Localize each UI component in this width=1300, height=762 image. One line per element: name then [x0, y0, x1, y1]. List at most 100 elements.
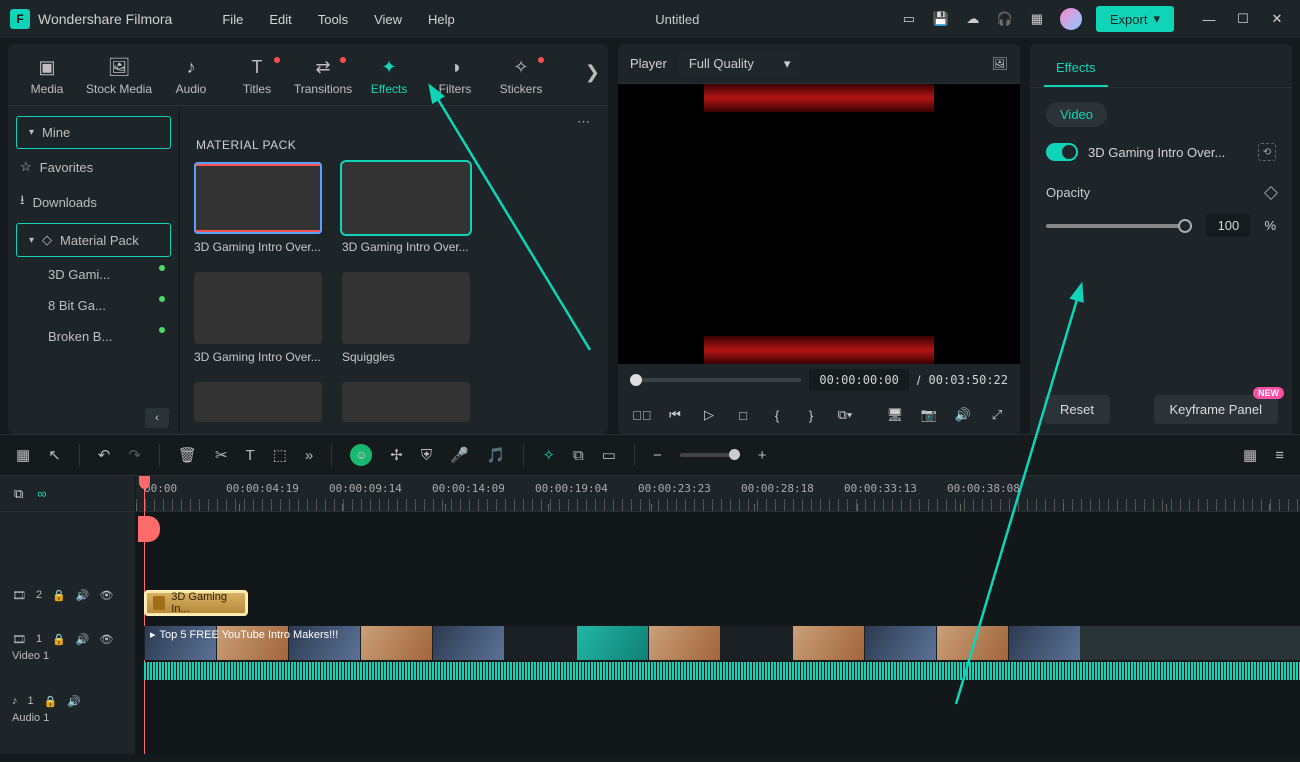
ratio-icon[interactable]: ⧉▾: [836, 407, 854, 423]
gallery-item[interactable]: [342, 382, 470, 422]
timeline-ruler[interactable]: 00:00 00:00:04:19 00:00:09:14 00:00:14:0…: [136, 476, 1300, 512]
sidebar-sub-item[interactable]: Broken B...: [8, 321, 179, 352]
window-minimize-icon[interactable]: —: [1202, 12, 1216, 26]
snapshot-icon[interactable]: 🖼: [991, 56, 1008, 72]
link-clip-icon[interactable]: ⧉: [573, 447, 584, 464]
delete-icon[interactable]: 🗑: [178, 446, 197, 464]
mic-icon[interactable]: 🎤: [450, 446, 469, 464]
more-tools-icon[interactable]: »: [305, 447, 313, 464]
titlebar: F Wondershare Filmora File Edit Tools Vi…: [0, 0, 1300, 38]
shield-icon[interactable]: ⛨: [421, 447, 432, 464]
video-clip[interactable]: ▸Top 5 FREE YouTube Intro Makers!!!: [144, 626, 1300, 660]
mark-out-icon[interactable]: }: [802, 408, 820, 423]
reset-button[interactable]: Reset: [1044, 395, 1110, 424]
video-chip[interactable]: Video: [1046, 102, 1107, 127]
playback-scrubber[interactable]: [630, 378, 801, 382]
sidebar-back-icon[interactable]: ‹: [145, 408, 169, 428]
timeline-tracks[interactable]: 00:00 00:00:04:19 00:00:09:14 00:00:14:0…: [136, 476, 1300, 754]
undo-icon[interactable]: ↶: [98, 446, 111, 464]
tab-transitions[interactable]: ⇄Transitions: [290, 57, 356, 96]
tabs-overflow-icon[interactable]: ❯: [585, 62, 600, 83]
sidebar-favorites[interactable]: ☆Favorites: [8, 151, 179, 183]
volume-icon[interactable]: 🔊: [954, 407, 972, 423]
gallery-item[interactable]: 3D Gaming Intro Over...: [342, 162, 470, 254]
sidebar-downloads[interactable]: ⭳Downloads: [8, 183, 179, 221]
media-icon: ▣: [38, 57, 55, 78]
text-icon[interactable]: T: [246, 447, 255, 464]
crop-icon[interactable]: ⬚: [273, 446, 287, 464]
sparkle-icon[interactable]: ✢: [390, 446, 403, 464]
window-close-icon[interactable]: ✕: [1270, 12, 1284, 26]
fx-lane[interactable]: 3D Gaming In...: [136, 582, 1300, 624]
save-icon[interactable]: 💾: [932, 10, 950, 28]
track-header-audio1[interactable]: ♪1🔒🔊 Audio 1: [0, 678, 135, 740]
marker-icon[interactable]: ✧: [542, 446, 555, 464]
keyframe-panel-button[interactable]: Keyframe PanelNEW: [1154, 395, 1279, 424]
tab-media[interactable]: ▣Media: [14, 57, 80, 96]
cut-icon[interactable]: ✂: [215, 446, 228, 464]
prev-frame-icon[interactable]: ◁⃓: [632, 408, 650, 423]
apps-icon[interactable]: ▦: [1028, 10, 1046, 28]
video-preview[interactable]: [618, 84, 1020, 364]
quality-select[interactable]: Full Quality▾: [679, 52, 801, 76]
track-header-fx[interactable]: 🎞2🔒🔊👁: [0, 574, 135, 616]
zoom-out-icon[interactable]: −: [653, 447, 662, 464]
export-button[interactable]: Export ▾: [1096, 6, 1174, 32]
tab-audio[interactable]: ♪Audio: [158, 57, 224, 96]
cloud-icon[interactable]: ☁: [964, 10, 982, 28]
sidebar-mine[interactable]: ▾Mine: [16, 116, 171, 149]
layers-icon[interactable]: ⧉: [14, 486, 23, 502]
gallery-item[interactable]: Squiggles: [342, 272, 470, 364]
tab-stickers[interactable]: ✧Stickers: [488, 57, 554, 96]
tab-filters[interactable]: ◑Filters: [422, 57, 488, 96]
keyframe-diamond-icon[interactable]: [1264, 185, 1278, 199]
grid-icon[interactable]: ▦: [16, 446, 30, 464]
step-back-icon[interactable]: ⏮: [666, 407, 684, 423]
screen-icon[interactable]: ▭: [900, 10, 918, 28]
gallery-item[interactable]: [194, 382, 322, 422]
window-maximize-icon[interactable]: ☐: [1236, 12, 1250, 26]
gallery-item[interactable]: 3D Gaming Intro Over...: [194, 272, 322, 364]
tab-stock-media[interactable]: 🖼Stock Media: [80, 57, 158, 96]
tab-effects[interactable]: ✦Effects: [356, 57, 422, 96]
stop-icon[interactable]: □: [734, 408, 752, 423]
music-icon[interactable]: 🎵: [487, 446, 506, 464]
ai-face-icon[interactable]: ☺: [350, 444, 372, 466]
properties-tab-effects[interactable]: Effects: [1044, 50, 1108, 87]
sidebar-sub-item[interactable]: 8 Bit Ga...: [8, 290, 179, 321]
effects-icon: ✦: [381, 57, 396, 78]
camera-icon[interactable]: 📷: [920, 407, 938, 423]
gallery-menu-icon[interactable]: ⋯: [577, 114, 590, 130]
zoom-in-icon[interactable]: +: [758, 447, 767, 464]
cursor-icon[interactable]: ↖: [48, 446, 61, 464]
gallery-item[interactable]: 3D Gaming Intro Over...: [194, 162, 322, 254]
link-icon[interactable]: ∞: [37, 486, 46, 501]
menu-help[interactable]: Help: [428, 12, 455, 27]
fullscreen-icon[interactable]: ⤢: [988, 407, 1006, 423]
view-grid-icon[interactable]: ▦: [1243, 446, 1257, 464]
sidebar-material-pack[interactable]: ▾◇Material Pack: [16, 223, 171, 257]
playhead-marker[interactable]: [138, 516, 160, 542]
menu-view[interactable]: View: [374, 12, 402, 27]
ratio-box-icon[interactable]: ▭: [602, 446, 616, 464]
mark-in-icon[interactable]: {: [768, 408, 786, 423]
zoom-slider[interactable]: [680, 453, 740, 457]
tab-titles[interactable]: TTitles: [224, 57, 290, 96]
redo-icon[interactable]: ↷: [128, 446, 141, 464]
track-header-video1[interactable]: 🎞1🔒🔊👁 Video 1: [0, 616, 135, 678]
view-list-icon[interactable]: ≡: [1275, 447, 1284, 464]
play-icon[interactable]: ▷: [700, 407, 718, 423]
opacity-value[interactable]: 100: [1206, 214, 1250, 237]
effect-reset-icon[interactable]: ⟲: [1258, 143, 1276, 161]
opacity-slider[interactable]: [1046, 224, 1192, 228]
display-icon[interactable]: 🖥: [886, 407, 904, 423]
headphones-icon[interactable]: 🎧: [996, 10, 1014, 28]
sidebar-sub-item[interactable]: 3D Gami...: [8, 259, 179, 290]
menu-edit[interactable]: Edit: [269, 12, 291, 27]
fx-clip[interactable]: 3D Gaming In...: [144, 590, 248, 616]
video-lane[interactable]: ▸Top 5 FREE YouTube Intro Makers!!!: [136, 624, 1300, 680]
effect-toggle[interactable]: [1046, 143, 1078, 161]
menu-tools[interactable]: Tools: [318, 12, 348, 27]
user-avatar[interactable]: [1060, 8, 1082, 30]
menu-file[interactable]: File: [222, 12, 243, 27]
